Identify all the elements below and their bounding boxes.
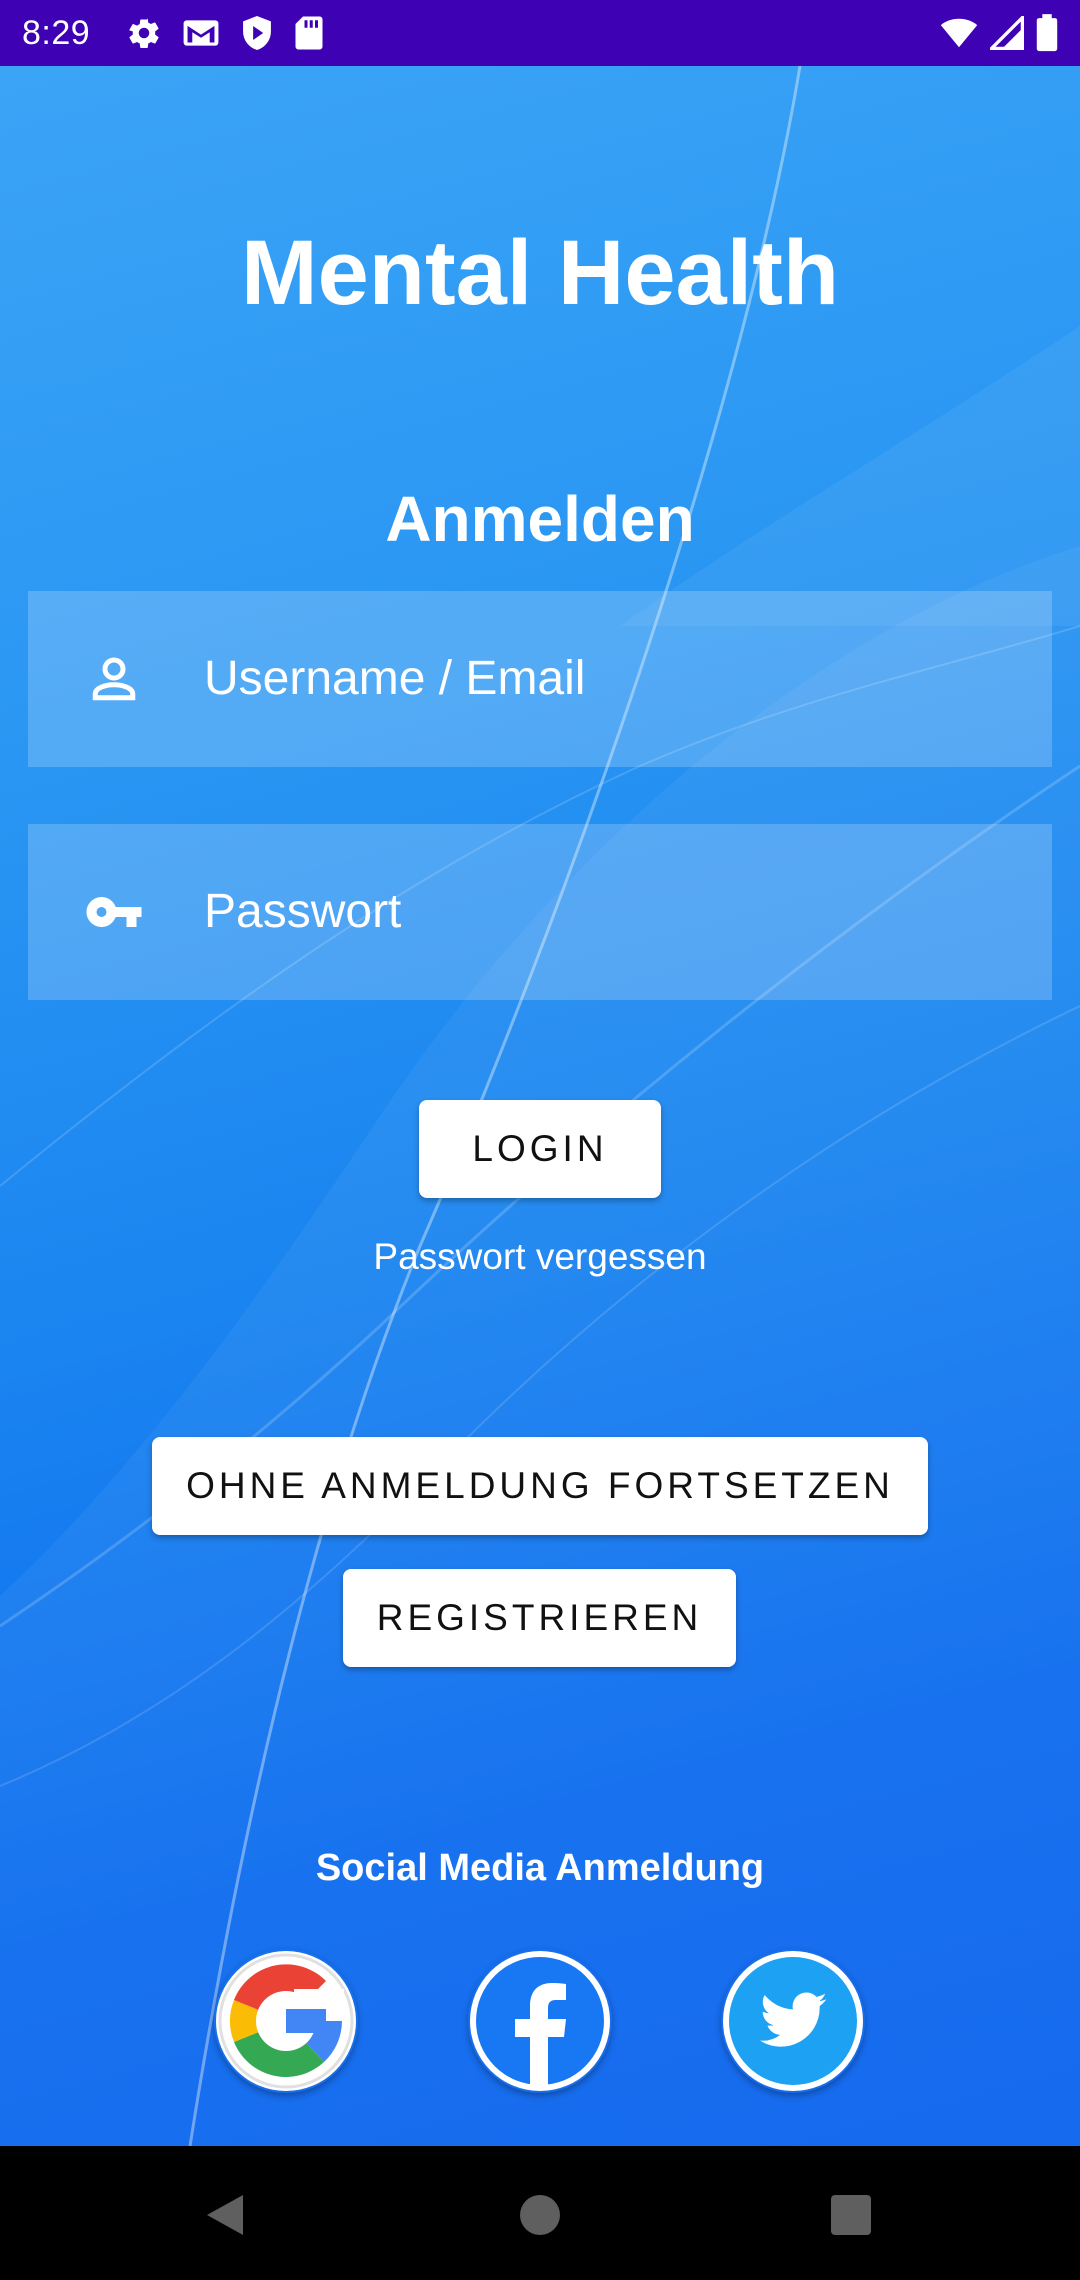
status-notification-icons (126, 13, 324, 53)
back-icon[interactable] (203, 2193, 247, 2237)
facebook-icon (470, 1951, 610, 2091)
person-icon (84, 649, 144, 709)
login-heading: Anmelden (385, 483, 695, 555)
navigation-bar (0, 2146, 1080, 2280)
social-login-heading: Social Media Anmeldung (315, 1847, 765, 1889)
gear-icon (126, 15, 162, 51)
google-login-button[interactable] (214, 1949, 358, 2093)
status-time: 8:29 (22, 14, 91, 52)
register-button[interactable]: REGISTRIEREN (343, 1569, 736, 1667)
twitter-icon (723, 1951, 863, 2091)
password-placeholder: Passwort (204, 885, 402, 938)
login-button[interactable]: LOGIN (419, 1100, 661, 1198)
app-title: Mental Health (240, 222, 840, 324)
google-icon (216, 1951, 356, 2091)
login-screen: Mental Health Anmelden Username / Email … (0, 66, 1080, 2146)
status-system-icons (940, 13, 1058, 53)
cell-signal-icon (990, 16, 1024, 50)
username-placeholder: Username / Email (204, 652, 586, 705)
forgot-password-link[interactable]: Passwort vergessen (0, 1232, 1080, 1282)
key-icon (84, 882, 144, 942)
play-protect-icon (240, 14, 274, 52)
status-bar: 8:29 (0, 0, 1080, 66)
wifi-icon (940, 17, 978, 49)
continue-without-login-button[interactable]: OHNE ANMELDUNG FORTSETZEN (152, 1437, 928, 1535)
twitter-login-button[interactable] (721, 1949, 865, 2093)
username-field[interactable]: Username / Email (28, 591, 1052, 767)
facebook-login-button[interactable] (468, 1949, 612, 2093)
recents-icon[interactable] (829, 2193, 873, 2237)
gmail-icon (182, 16, 220, 50)
sd-card-icon (294, 15, 324, 51)
password-field[interactable]: Passwort (28, 824, 1052, 1000)
home-icon[interactable] (518, 2193, 562, 2237)
battery-icon (1036, 14, 1058, 52)
